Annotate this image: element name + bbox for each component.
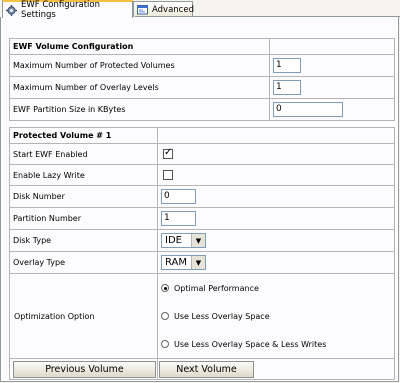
table-row: EWF Partition Size in KBytes 0: [8, 98, 396, 121]
table-row: EWF Volume Configuration: [8, 38, 396, 55]
radio-button[interactable]: [161, 340, 169, 348]
table-row: Protected Volume # 1: [9, 127, 396, 144]
start-ewf-label: Start EWF Enabled: [9, 143, 158, 165]
window-icon: [137, 4, 148, 15]
tab-bar: EWF Configuration Settings Advanced: [0, 0, 400, 20]
tab-label: Advanced: [152, 4, 194, 15]
radio-option-optimal[interactable]: Optimal Performance: [159, 275, 394, 303]
table-row: Maximum Number of Overlay Levels 1: [8, 76, 396, 99]
radio-label: Use Less Overlay Space & Less Writes: [174, 339, 327, 349]
tab-label: EWF Configuration Settings: [21, 0, 101, 20]
table-row: Previous Volume Next Volume: [9, 358, 396, 380]
next-volume-button[interactable]: Next Volume: [159, 360, 254, 378]
lazy-write-checkbox[interactable]: [163, 170, 173, 180]
max-protected-label: Maximum Number of Protected Volumes: [8, 54, 271, 77]
table-row: Optimization Option Optimal Performance …: [9, 273, 396, 359]
radio-option-less-space-writes[interactable]: Use Less Overlay Space & Less Writes: [159, 330, 394, 358]
table-row: Start EWF Enabled: [9, 143, 396, 165]
settings-table: EWF Volume Configuration Maximum Number …: [8, 38, 396, 380]
table-row: Maximum Number of Protected Volumes 1: [8, 54, 396, 77]
empty-cell: [156, 127, 396, 144]
radio-button[interactable]: [161, 312, 169, 320]
start-ewf-checkbox[interactable]: [163, 147, 173, 159]
radio-button[interactable]: [161, 284, 169, 292]
lazy-write-label: Enable Lazy Write: [9, 164, 158, 186]
radio-label: Optimal Performance: [174, 283, 259, 293]
tab-panel: EWF Volume Configuration Maximum Number …: [0, 17, 399, 382]
table-row: Disk Type IDE ▼: [9, 229, 396, 252]
max-overlay-levels-input[interactable]: 1: [273, 80, 302, 95]
disk-number-input[interactable]: 0: [161, 189, 196, 204]
tab-ewf-configuration[interactable]: EWF Configuration Settings: [2, 0, 133, 20]
disk-type-select[interactable]: IDE ▼: [161, 233, 206, 248]
partition-size-input[interactable]: 0: [273, 102, 344, 117]
max-protected-volumes-input[interactable]: 1: [273, 58, 302, 73]
overlay-type-select[interactable]: RAM ▼: [161, 255, 206, 270]
chevron-down-icon[interactable]: ▼: [191, 234, 205, 247]
partition-number-label: Partition Number: [9, 207, 158, 230]
optimization-label: Optimization Option: [9, 273, 158, 359]
overlay-type-label: Overlay Type: [9, 251, 158, 274]
section-header-protected-volume: Protected Volume # 1: [9, 127, 158, 144]
chevron-down-icon[interactable]: ▼: [191, 256, 205, 269]
table-row: Disk Number 0: [9, 185, 396, 208]
radio-option-less-space[interactable]: Use Less Overlay Space: [159, 302, 394, 330]
tab-advanced[interactable]: Advanced: [133, 1, 194, 17]
disk-type-label: Disk Type: [9, 229, 158, 252]
disk-type-value: IDE: [165, 235, 182, 246]
section-header-ewf-volume: EWF Volume Configuration: [8, 38, 271, 55]
radio-label: Use Less Overlay Space: [174, 311, 270, 321]
disk-number-label: Disk Number: [9, 185, 158, 208]
empty-cell: [269, 38, 396, 55]
previous-volume-button[interactable]: Previous Volume: [13, 360, 156, 378]
overlay-type-value: RAM: [165, 257, 188, 268]
partition-size-label: EWF Partition Size in KBytes: [8, 98, 271, 121]
gear-icon: [6, 4, 17, 16]
partition-number-input[interactable]: 1: [161, 211, 196, 226]
table-row: Enable Lazy Write: [9, 164, 396, 186]
table-row: Partition Number 1: [9, 207, 396, 230]
table-row: Overlay Type RAM ▼: [9, 251, 396, 274]
max-overlay-label: Maximum Number of Overlay Levels: [8, 76, 271, 99]
spacer-row: [9, 120, 395, 128]
